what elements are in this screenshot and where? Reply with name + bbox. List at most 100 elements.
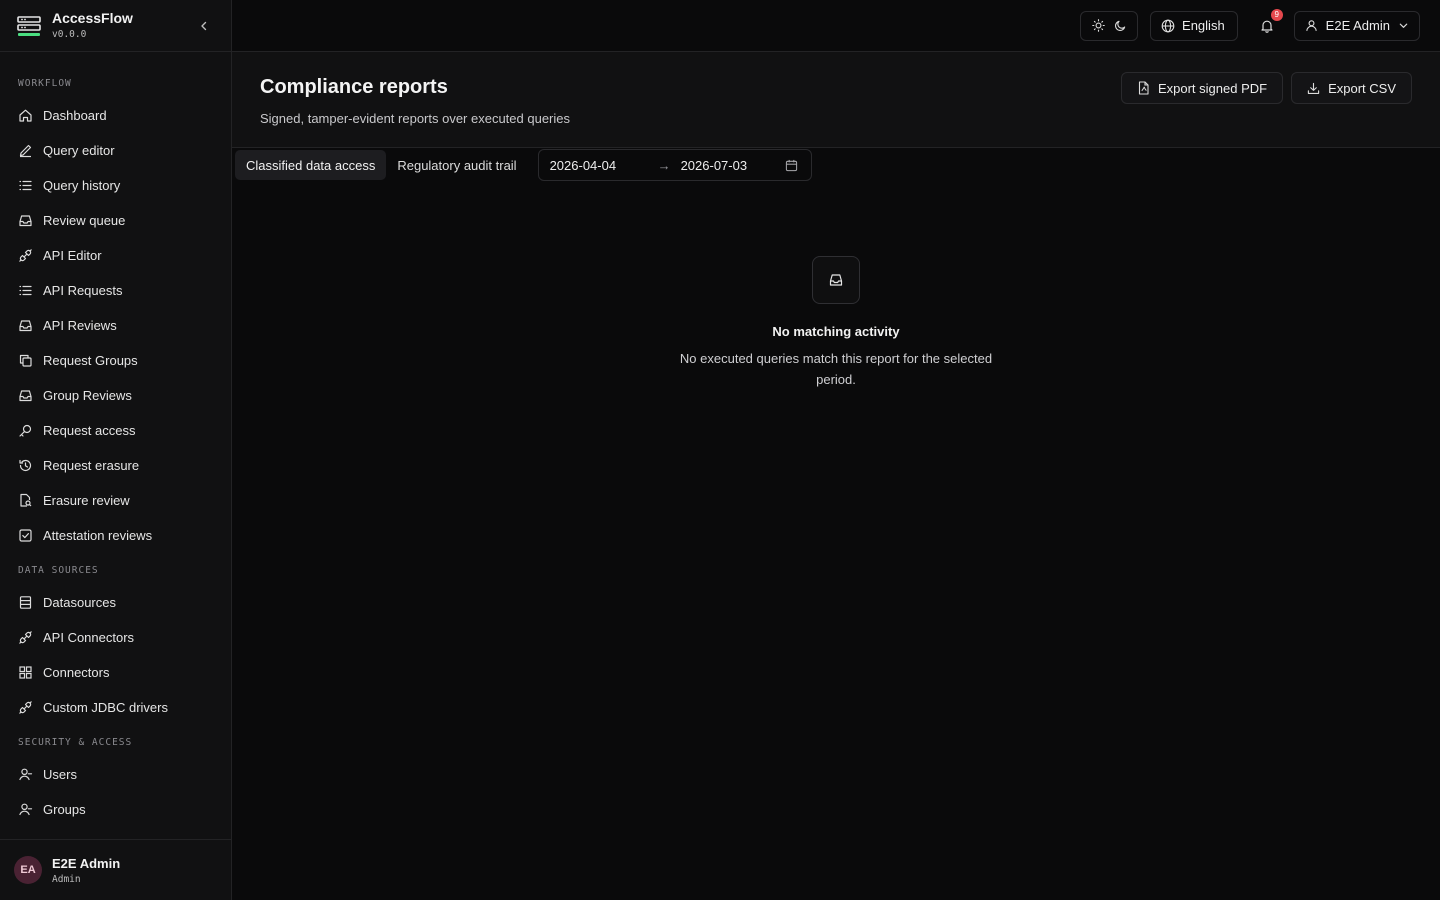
sidebar-item-group-reviews[interactable]: Group Reviews	[0, 378, 231, 413]
nav-section-label: WORKFLOW	[18, 78, 72, 89]
moon-icon[interactable]	[1114, 19, 1127, 32]
tab-regulatory-audit-trail[interactable]: Regulatory audit trail	[386, 150, 527, 180]
sidebar-item-label: API Reviews	[43, 318, 117, 333]
sidebar-item-label: Attestation reviews	[43, 528, 153, 543]
plug-icon	[19, 631, 32, 644]
date-range-arrow: →	[657, 157, 671, 173]
sidebar-item-users[interactable]: Users	[0, 757, 231, 792]
sidebar-item-api-requests[interactable]: API Requests	[0, 273, 231, 308]
app-shell: AccessFlow v0.0.0 WORKFLOW Dashboard Query…	[0, 0, 1440, 900]
sidebar-item-label: Datasources	[43, 595, 116, 610]
nav-section-label: DATA SOURCES	[18, 565, 99, 576]
empty-state-description: No executed queries match this report fo…	[679, 351, 993, 387]
user-icon	[19, 803, 33, 816]
sidebar-item-custom-jdbc-drivers[interactable]: Custom JDBC drivers	[0, 690, 231, 725]
file-pdf-icon	[1138, 81, 1149, 95]
sidebar-item-label: Review queue	[43, 213, 126, 228]
sidebar-item-label: Query history	[43, 178, 121, 193]
sidebar-item-query-history[interactable]: Query history	[0, 168, 231, 203]
page-header: Compliance reports Signed, tamper-eviden…	[232, 52, 1440, 148]
sidebar-item-label: API Requests	[43, 283, 123, 298]
sidebar-item-label: Query editor	[43, 143, 115, 158]
nav-section-label: SECURITY & ACCESS	[18, 737, 133, 748]
main: English 9 E2E Admin Compliance reports S…	[232, 0, 1440, 900]
inbox-icon	[19, 390, 32, 402]
topbar: English 9 E2E Admin	[232, 0, 1440, 52]
date-range-picker[interactable]: 2026-04-04 → 2026-07-03	[537, 149, 812, 181]
sidebar-item-label: Group Reviews	[43, 388, 132, 403]
page-subtitle: Signed, tamper-evident reports over exec…	[260, 111, 571, 126]
logo-icon	[17, 15, 41, 36]
history-icon	[19, 459, 32, 472]
brand-text: AccessFlow v0.0.0	[52, 10, 133, 41]
user-icon	[1305, 20, 1317, 31]
sidebar-item-datasources[interactable]: Datasources	[0, 585, 231, 620]
sidebar-item-erasure-review[interactable]: Erasure review	[0, 483, 231, 518]
language-selector[interactable]: English	[1150, 10, 1238, 41]
user-menu-button[interactable]: E2E Admin	[1293, 10, 1420, 41]
sidebar: AccessFlow v0.0.0 WORKFLOW Dashboard Query…	[0, 0, 232, 900]
date-range-end[interactable]: 2026-07-03	[681, 158, 785, 173]
copy-icon	[19, 354, 32, 367]
brand: AccessFlow v0.0.0	[0, 0, 231, 52]
inbox-icon	[812, 256, 860, 304]
list-icon	[19, 180, 32, 191]
plug-icon	[19, 249, 32, 262]
sidebar-item-dashboard[interactable]: Dashboard	[0, 98, 231, 133]
sidebar-item-request-erasure[interactable]: Request erasure	[0, 448, 231, 483]
sidebar-item-label: Groups	[43, 802, 86, 817]
globe-icon	[1161, 19, 1175, 32]
check-square-icon	[19, 529, 32, 542]
avatar: EA	[14, 856, 42, 884]
sidebar-item-review-queue[interactable]: Review queue	[0, 203, 231, 238]
user-name: E2E Admin	[52, 855, 121, 871]
sidebar-item-label: API Connectors	[43, 630, 135, 645]
bell-icon	[1261, 20, 1273, 33]
theme-toggle	[1080, 10, 1139, 41]
header-actions: Export signed PDF Export CSV	[1120, 72, 1412, 104]
file-search-icon	[20, 493, 32, 507]
export-pdf-label: Export signed PDF	[1157, 80, 1268, 96]
date-range-start[interactable]: 2026-04-04	[550, 158, 658, 173]
app-name: AccessFlow	[52, 9, 133, 26]
sun-icon[interactable]	[1091, 19, 1105, 32]
sidebar-item-label: Request access	[43, 423, 136, 438]
sidebar-item-api-reviews[interactable]: API Reviews	[0, 308, 231, 343]
sidebar-item-label: Connectors	[43, 665, 110, 680]
tab-classified-data-access[interactable]: Classified data access	[235, 150, 387, 180]
notifications-button[interactable]: 9	[1256, 8, 1283, 37]
inbox-icon	[19, 320, 32, 332]
notification-badge: 9	[1270, 8, 1283, 21]
sidebar-user-card[interactable]: EA E2E Admin Admin	[0, 839, 231, 900]
sidebar-item-label: Request erasure	[43, 458, 140, 473]
export-csv-button[interactable]: Export CSV	[1291, 72, 1412, 104]
export-pdf-button[interactable]: Export signed PDF	[1120, 72, 1284, 104]
collapse-sidebar-button[interactable]	[195, 17, 213, 35]
export-csv-label: Export CSV	[1328, 80, 1396, 96]
sidebar-item-api-editor[interactable]: API Editor	[0, 238, 231, 273]
user-menu-label: E2E Admin	[1325, 18, 1390, 33]
inbox-icon	[19, 215, 32, 227]
user-icon	[19, 768, 33, 781]
sidebar-item-connectors[interactable]: Connectors	[0, 655, 231, 690]
sidebar-item-label: Users	[43, 767, 77, 782]
database-icon	[19, 596, 32, 609]
report-toolbar: Classified data access Regulatory audit …	[232, 148, 1440, 182]
home-icon	[19, 109, 32, 122]
sidebar-item-label: Dashboard	[43, 108, 107, 123]
list-icon	[19, 285, 32, 296]
app-version: v0.0.0	[52, 29, 87, 41]
sidebar-item-attestation-reviews[interactable]: Attestation reviews	[0, 518, 231, 553]
sidebar-item-label: Custom JDBC drivers	[43, 700, 168, 715]
sidebar-item-request-groups[interactable]: Request Groups	[0, 343, 231, 378]
sidebar-item-api-connectors[interactable]: API Connectors	[0, 620, 231, 655]
chevron-left-icon	[201, 21, 207, 31]
sidebar-item-label: Request Groups	[43, 353, 138, 368]
sidebar-item-groups[interactable]: Groups	[0, 792, 231, 827]
sidebar-item-label: API Editor	[43, 248, 102, 263]
download-icon	[1307, 82, 1320, 94]
sidebar-item-query-editor[interactable]: Query editor	[0, 133, 231, 168]
calendar-icon[interactable]	[785, 159, 798, 172]
sidebar-item-request-access[interactable]: Request access	[0, 413, 231, 448]
key-icon	[19, 424, 32, 437]
